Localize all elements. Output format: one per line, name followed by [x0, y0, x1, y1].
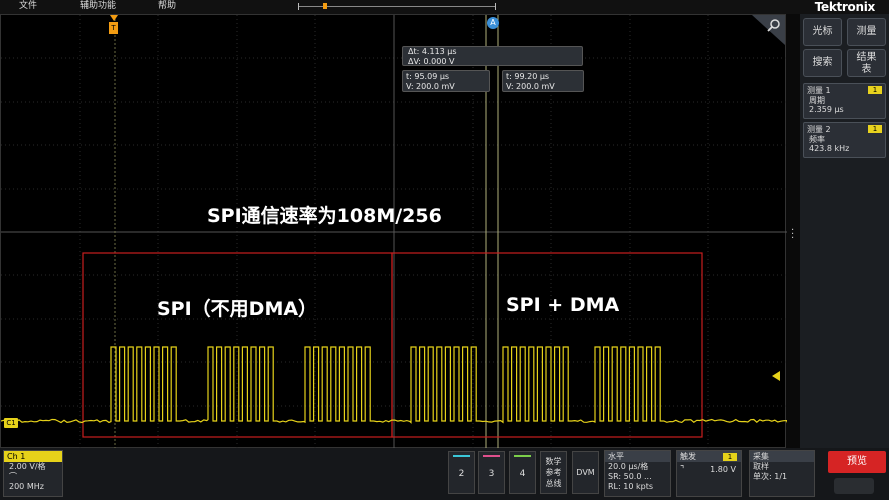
menu-accessibility[interactable]: 辅助功能 [80, 0, 116, 13]
no-dma-label: SPI（不用DMA） [157, 298, 318, 320]
brand-logo: Tektronix [814, 0, 876, 14]
cursor-delta-readout: Δt: 4.113 μs ΔV: 0.000 V [402, 46, 583, 66]
math-ref-bus-button[interactable]: 数学 参考 总线 [540, 451, 567, 494]
results-table-button[interactable]: 结果表 [847, 49, 886, 77]
trigger-source: 1 [723, 453, 737, 461]
no-dma-box [82, 252, 393, 438]
channel-4-color [514, 455, 531, 457]
channel-1-title: Ch 1 [4, 451, 62, 462]
measurement-1-source: 1 [868, 86, 882, 94]
acquisition-title: 采集 [750, 451, 814, 462]
trigger-position-icon[interactable]: T [109, 22, 118, 34]
measurement-1-value: 2.359 μs [809, 105, 844, 114]
channel-4-button[interactable]: 4 [509, 451, 536, 494]
channel-2-color [453, 455, 470, 457]
channel-3-button[interactable]: 3 [478, 451, 505, 494]
dvm-button[interactable]: DVM [572, 451, 599, 494]
bandwidth-icon: ⌒ [9, 472, 17, 481]
measurement-2-source: 1 [868, 125, 882, 133]
waveform-overview-timeline[interactable] [298, 3, 496, 10]
trigger-level: 1.80 V [710, 465, 736, 474]
horizontal-title: 水平 [605, 451, 670, 462]
right-panel [800, 14, 889, 448]
cursor-a-voltage: V: 200.0 mV [406, 82, 455, 91]
acquisition-mode: 取样 [753, 462, 769, 471]
measure-button[interactable]: 测量 [847, 18, 886, 46]
cursor-a-time: t: 95.09 μs [406, 72, 450, 81]
menu-bar: 文件 辅助功能 帮助 Tektronix [0, 0, 889, 14]
falling-edge-icon: ⌝ [680, 465, 685, 475]
delta-t-value: Δt: 4.113 μs [408, 47, 457, 56]
channel-1-scale: 2.00 V/格 [9, 462, 46, 471]
cursor-b-readout: t: 99.20 μs V: 200.0 mV [502, 70, 584, 92]
measurement-1-badge[interactable]: 测量 1 1 周期 2.359 μs [803, 83, 886, 119]
measurement-2-value: 423.8 kHz [809, 144, 850, 153]
cursor-a-handle[interactable]: A [487, 17, 499, 29]
channel-3-label: 3 [488, 469, 495, 479]
horizontal-scale: 20.0 μs/格 [608, 462, 649, 471]
acquisition-count: 单次: 1/1 [753, 472, 788, 481]
channel-1-bandwidth: 200 MHz [9, 482, 44, 491]
zoom-icon[interactable] [752, 15, 785, 45]
waveform-display[interactable] [0, 14, 787, 449]
trigger-position-marker[interactable] [323, 3, 327, 9]
channel-4-label: 4 [519, 469, 526, 479]
cursor-b-voltage: V: 200.0 mV [506, 82, 555, 91]
obscured-area [834, 478, 874, 494]
trigger-level-icon[interactable] [772, 371, 780, 381]
cursor-button[interactable]: 光标 [803, 18, 842, 46]
channel-1-badge[interactable]: Ch 1 2.00 V/格 ⌒ 200 MHz [3, 450, 63, 497]
math-ref-bus-label: 数学 参考 总线 [545, 457, 562, 488]
sample-rate: SR: 50.0 ... [608, 472, 652, 481]
horizontal-badge[interactable]: 水平 20.0 μs/格 SR: 50.0 ... RL: 10 kpts [604, 450, 671, 497]
search-button[interactable]: 搜索 [803, 49, 842, 77]
channel-3-color [483, 455, 500, 457]
cursor-a-readout: t: 95.09 μs V: 200.0 mV [402, 70, 490, 92]
delta-v-value: ΔV: 0.000 V [408, 57, 455, 66]
graticule [1, 15, 787, 449]
measurement-2-badge[interactable]: 测量 2 1 频率 423.8 kHz [803, 122, 886, 158]
channel-2-label: 2 [458, 469, 465, 479]
channel-2-button[interactable]: 2 [448, 451, 475, 494]
panel-handle-icon[interactable]: · · · [791, 226, 795, 244]
menu-help[interactable]: 帮助 [158, 0, 176, 13]
speed-annotation: SPI通信速率为108M/256 [207, 205, 442, 227]
acquisition-badge[interactable]: 采集 取样 单次: 1/1 [749, 450, 815, 497]
results-table-label: 结果表 [856, 52, 877, 75]
dvm-label: DVM [576, 468, 595, 477]
trigger-arrow-icon [110, 15, 118, 21]
channel-1-tag[interactable]: C1 [4, 418, 18, 428]
dma-label: SPI + DMA [506, 294, 620, 316]
cursor-b-time: t: 99.20 μs [506, 72, 550, 81]
preview-button[interactable]: 预览 [828, 451, 886, 473]
record-length: RL: 10 kpts [608, 482, 653, 491]
trigger-badge[interactable]: 触发 1 ⌝ 1.80 V [676, 450, 742, 497]
menu-file[interactable]: 文件 [19, 0, 37, 13]
